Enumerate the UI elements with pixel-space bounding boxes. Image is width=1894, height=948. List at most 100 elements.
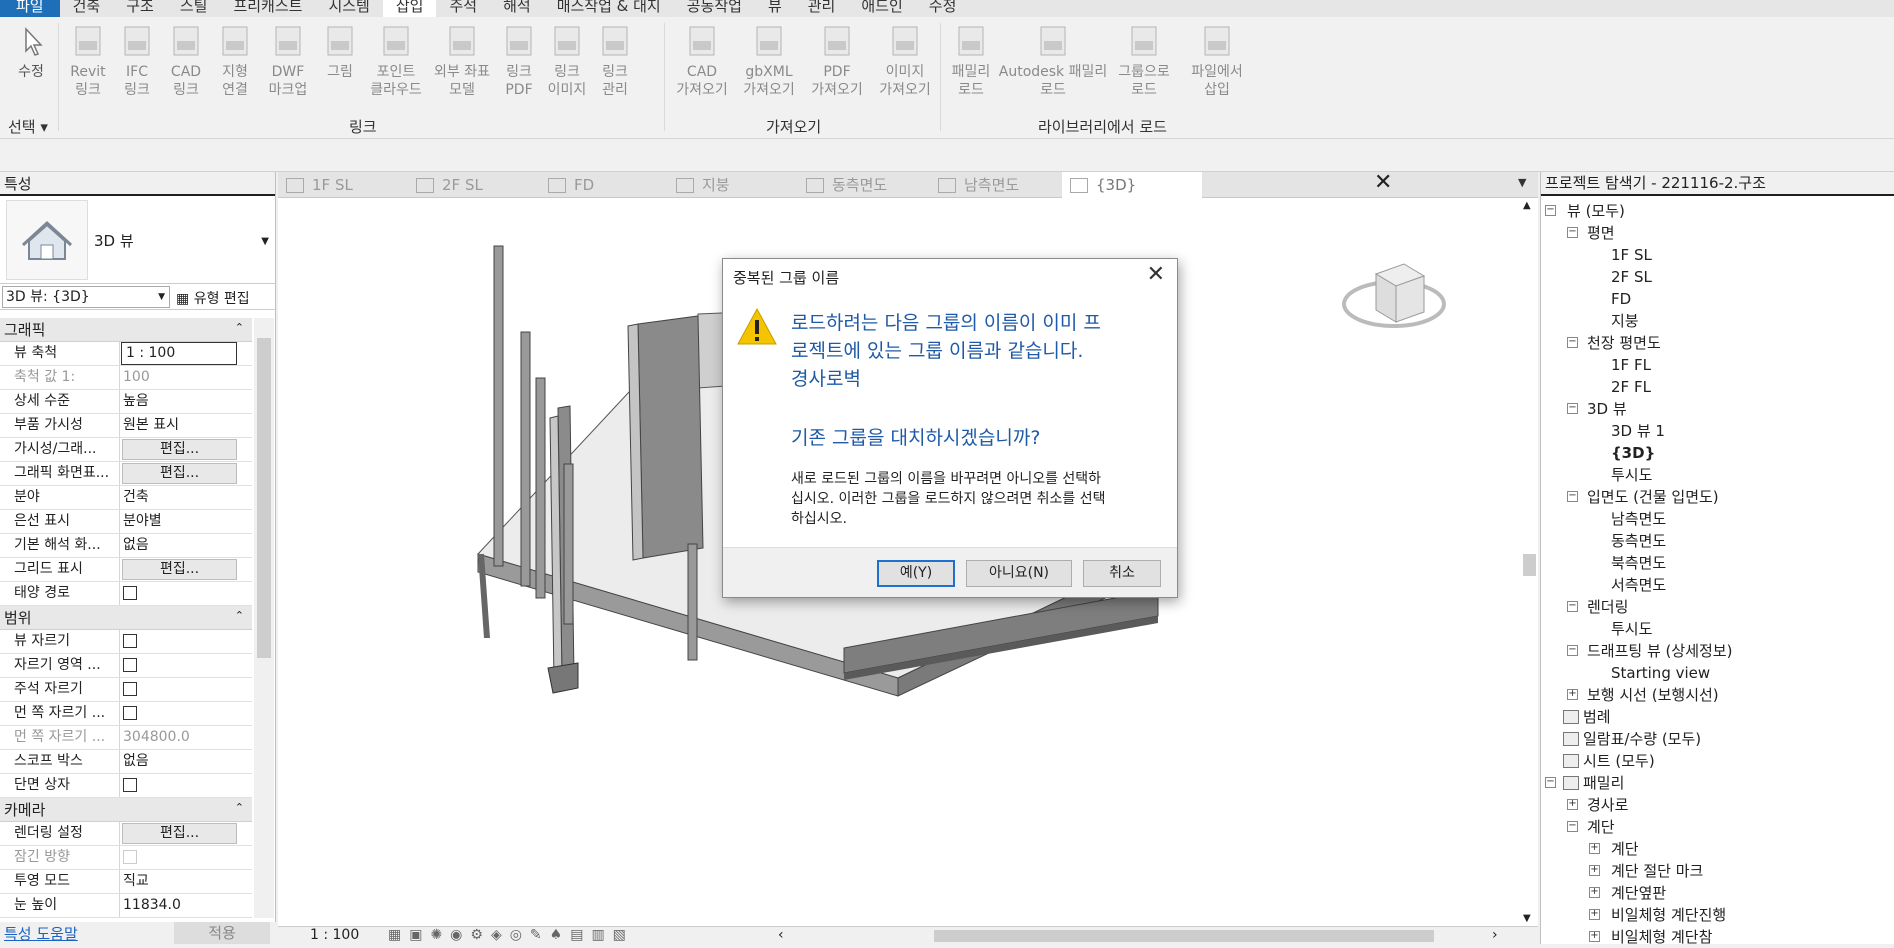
chevron-down-icon[interactable]: ▼	[261, 236, 269, 247]
property-value-cell[interactable]: 1 : 100	[120, 342, 252, 365]
expand-icon[interactable]: +	[1589, 909, 1600, 920]
expand-icon[interactable]: +	[1589, 865, 1600, 876]
property-value-cell[interactable]: 편집...	[120, 822, 252, 845]
menu-tab[interactable]: 파일	[0, 0, 60, 17]
menu-tab[interactable]: 주석	[436, 0, 490, 17]
property-value[interactable]: 분야별	[123, 513, 162, 529]
property-value-cell[interactable]	[120, 630, 252, 653]
view-control-icons[interactable]: ▦▣✺◉⚙◈◎✎♠▤▥▧	[388, 927, 634, 943]
import-image-button[interactable]: 이미지 가져오기	[872, 23, 938, 99]
menu-tab[interactable]: 관리	[795, 0, 849, 17]
chevron-down-icon[interactable]: ▼	[1523, 913, 1531, 924]
property-value-cell[interactable]	[120, 678, 252, 701]
tree-item[interactable]: 1F FL	[1611, 354, 1651, 376]
collapse-icon[interactable]: −	[1545, 205, 1556, 216]
property-checkbox[interactable]	[123, 682, 137, 696]
tree-item[interactable]: 경사로	[1587, 794, 1628, 816]
tree-item[interactable]: 계단옆판	[1611, 882, 1666, 904]
edit-button[interactable]: 편집...	[122, 823, 237, 844]
menu-tab[interactable]: 프리캐스트	[220, 0, 315, 17]
property-section-header[interactable]: 카메라 ⌃	[0, 798, 252, 822]
tree-item[interactable]: 투시도	[1611, 464, 1652, 486]
chevron-right-icon[interactable]: ›	[1492, 927, 1498, 943]
tree-item[interactable]: 입면도 (건물 입면도)	[1587, 486, 1719, 508]
dwf-markup-button[interactable]: DWF 마크업	[260, 23, 316, 99]
collapse-icon[interactable]: ⌃	[235, 316, 244, 340]
view-tab[interactable]: 2F SL	[408, 172, 536, 198]
link-pdf-button[interactable]: 링크 PDF	[496, 23, 542, 99]
property-value-cell[interactable]: 건축	[120, 486, 252, 509]
manage-links-button[interactable]: 링크 관리	[592, 23, 638, 99]
type-selector[interactable]: 3D 뷰 ▼	[0, 196, 275, 284]
ifc-link-button[interactable]: IFC 링크	[114, 23, 160, 99]
tree-item[interactable]: 3D 뷰	[1587, 398, 1627, 420]
property-value[interactable]: 없음	[123, 537, 149, 553]
autodesk-family-button[interactable]: Autodesk 패밀리 로드	[998, 23, 1108, 99]
property-value-cell[interactable]: 편집...	[120, 462, 252, 485]
yes-button[interactable]: 예(Y)	[877, 560, 955, 587]
chevron-left-icon[interactable]: ‹	[778, 927, 784, 943]
menu-tab[interactable]: 해석	[490, 0, 544, 17]
property-value-cell[interactable]	[120, 654, 252, 677]
property-value-cell[interactable]	[120, 774, 252, 797]
tree-item[interactable]: 비일체형 계단진행	[1611, 904, 1726, 926]
property-value[interactable]: 11834.0	[123, 897, 181, 913]
view-tab[interactable]: 남측면도	[930, 172, 1058, 198]
insert-from-file-button[interactable]: 파일에서 삽입	[1180, 23, 1254, 99]
topography-link-button[interactable]: 지형 연결	[212, 23, 258, 99]
collapse-icon[interactable]: −	[1567, 821, 1578, 832]
tree-item[interactable]: {3D}	[1611, 442, 1655, 464]
tree-item[interactable]: 렌더링	[1587, 596, 1628, 618]
expand-icon[interactable]: +	[1567, 799, 1578, 810]
collapse-icon[interactable]: −	[1567, 491, 1578, 502]
property-checkbox[interactable]	[123, 658, 137, 672]
chevron-up-icon[interactable]: ▲	[1523, 200, 1531, 211]
collapse-icon[interactable]: −	[1567, 601, 1578, 612]
property-value-cell[interactable]: 원본 표시	[120, 414, 252, 437]
property-value-cell[interactable]: 높음	[120, 390, 252, 413]
tree-item[interactable]: 계단 절단 마크	[1611, 860, 1703, 882]
tree-item[interactable]: 계단	[1587, 816, 1615, 838]
collapse-icon[interactable]: −	[1567, 403, 1578, 414]
property-value[interactable]: 없음	[123, 753, 149, 769]
tree-item[interactable]: 지붕	[1611, 310, 1639, 332]
link-image-button[interactable]: 링크 이미지	[544, 23, 590, 99]
view-vertical-scrollbar[interactable]: ▲ ▼	[1521, 198, 1538, 926]
load-family-button[interactable]: 패밀리 로드	[946, 23, 996, 99]
expand-icon[interactable]: +	[1589, 887, 1600, 898]
tree-item[interactable]: 보행 시선 (보행시선)	[1587, 684, 1719, 706]
horizontal-scrollbar-thumb[interactable]	[934, 930, 1434, 942]
property-value-cell[interactable]: 직교	[120, 870, 252, 893]
collapse-icon[interactable]: ⌃	[235, 604, 244, 628]
menu-tab[interactable]: 공동작업	[674, 0, 755, 17]
property-value[interactable]: 원본 표시	[123, 417, 179, 433]
tree-item[interactable]: 2F SL	[1611, 266, 1652, 288]
tree-item[interactable]: 동측면도	[1611, 530, 1666, 552]
tree-item[interactable]: 패밀리	[1583, 772, 1624, 794]
property-value-cell[interactable]: 편집...	[120, 558, 252, 581]
tree-item[interactable]: 1F SL	[1611, 244, 1652, 266]
properties-scrollbar[interactable]	[254, 318, 274, 918]
menu-tab[interactable]: 건축	[60, 0, 114, 17]
coordination-model-button[interactable]: 외부 좌표 모델	[430, 23, 494, 99]
load-as-group-button[interactable]: 그룹으로 로드	[1110, 23, 1178, 99]
edit-button[interactable]: 편집...	[122, 559, 237, 580]
tree-item[interactable]: 서측면도	[1611, 574, 1666, 596]
tree-item[interactable]: 범례	[1583, 706, 1611, 728]
import-pdf-button[interactable]: PDF 가져오기	[804, 23, 870, 99]
property-value[interactable]: 건축	[123, 489, 149, 505]
property-value-cell[interactable]: 없음	[120, 534, 252, 557]
menu-tab[interactable]: 스틸	[167, 0, 221, 17]
modify-button[interactable]: 수정	[6, 23, 56, 81]
property-value-cell[interactable]	[120, 702, 252, 725]
apply-button[interactable]: 적용	[174, 922, 270, 944]
tree-item[interactable]: 드래프팅 뷰 (상세정보)	[1587, 640, 1732, 662]
tree-item[interactable]: 3D 뷰 1	[1611, 420, 1665, 442]
edit-type-button[interactable]: ▦ 유형 편집	[176, 288, 250, 308]
tree-item[interactable]: 뷰 (모두)	[1567, 200, 1625, 222]
close-icon[interactable]: ✕	[1147, 262, 1165, 287]
property-value-cell[interactable]: 편집...	[120, 438, 252, 461]
decal-button[interactable]: 그림	[318, 23, 362, 81]
view-tab[interactable]: {3D}	[1062, 172, 1202, 198]
menu-tab[interactable]: 시스템	[315, 0, 382, 17]
